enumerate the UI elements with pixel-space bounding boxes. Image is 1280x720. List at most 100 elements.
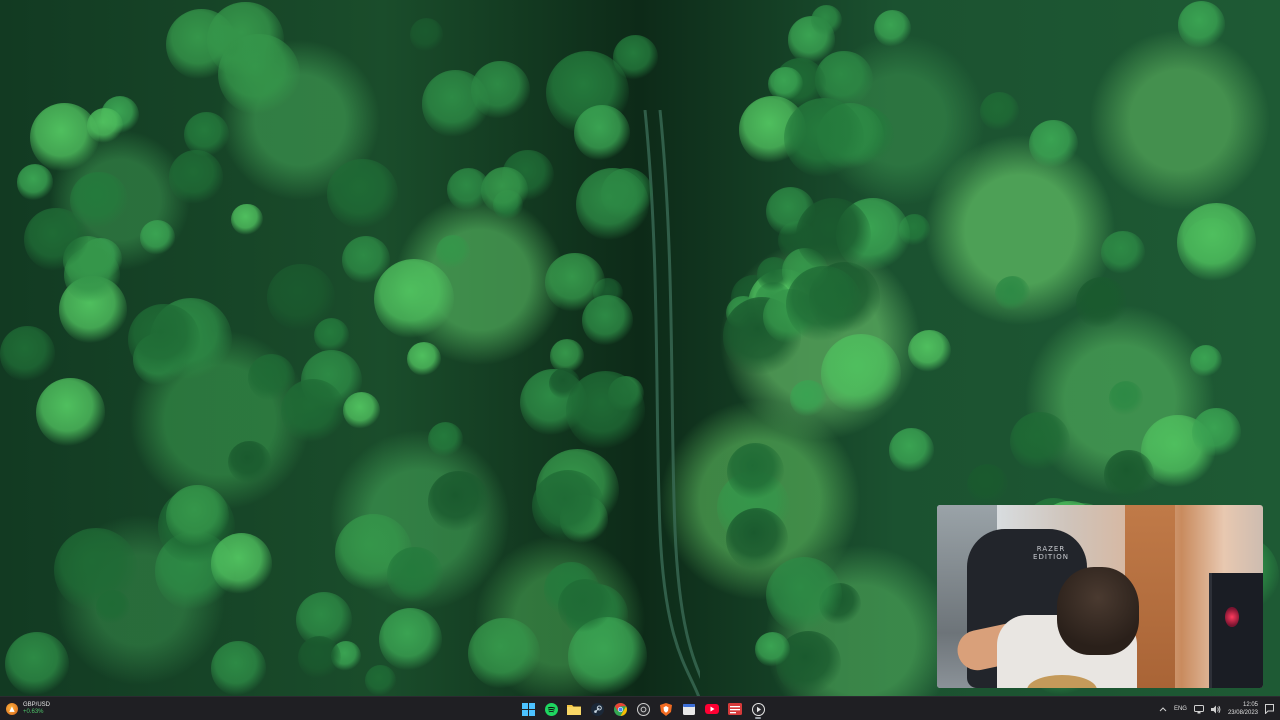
calendar-icon bbox=[683, 704, 695, 715]
tree-crown bbox=[211, 641, 266, 696]
tree-crown bbox=[87, 108, 123, 144]
tree-crown bbox=[766, 556, 843, 633]
taskbar-youtube[interactable] bbox=[704, 701, 720, 717]
taskbar-spotify[interactable] bbox=[543, 701, 559, 717]
tree-crown bbox=[4, 631, 69, 696]
recorder-icon bbox=[728, 703, 742, 715]
tree-crown bbox=[468, 618, 540, 690]
tree-crown bbox=[1192, 408, 1241, 457]
tree-crown bbox=[30, 103, 100, 173]
tree-crown bbox=[1177, 1, 1226, 49]
tree-crown bbox=[281, 378, 345, 443]
tree-crown bbox=[228, 440, 271, 484]
widget-change: +0.63% bbox=[23, 709, 44, 715]
tree-crown bbox=[573, 104, 631, 162]
chrome-icon bbox=[613, 702, 627, 716]
tree-crown bbox=[16, 164, 54, 202]
tree-crown bbox=[1009, 411, 1070, 472]
notification-icon[interactable] bbox=[1265, 704, 1274, 714]
camera-app-icon bbox=[636, 702, 650, 716]
flame-widget-icon: ▲ bbox=[6, 703, 18, 715]
shield-browser-icon bbox=[660, 702, 672, 716]
tree-crown bbox=[967, 464, 1009, 506]
taskbar-chrome[interactable] bbox=[612, 701, 628, 717]
tree-crown bbox=[754, 631, 790, 667]
taskbar-calendar[interactable] bbox=[681, 701, 697, 717]
tree-crown bbox=[210, 533, 273, 595]
volume-icon[interactable] bbox=[1210, 705, 1221, 714]
tree-crown bbox=[139, 219, 176, 256]
widget-ticker: GBP/USD bbox=[23, 702, 51, 708]
tree-crown bbox=[446, 167, 491, 212]
tree-crown bbox=[128, 303, 200, 376]
tree-crown bbox=[557, 578, 613, 634]
taskbar-apps bbox=[520, 699, 766, 719]
tree-crown bbox=[789, 379, 827, 417]
tree-crown bbox=[231, 203, 263, 236]
stock-widget[interactable]: ▲ GBP/USD +0.63% bbox=[6, 699, 50, 719]
tree-crown bbox=[1177, 203, 1256, 282]
tree-crown bbox=[378, 608, 442, 672]
start-button[interactable] bbox=[520, 701, 536, 717]
language-indicator[interactable]: ENG bbox=[1174, 706, 1187, 712]
tree-crown bbox=[373, 258, 454, 339]
webcam-overlay: RAZER EDITION bbox=[937, 505, 1263, 688]
taskbar-clock[interactable]: 12:05 23/08/2023 bbox=[1228, 701, 1258, 717]
tree-crown bbox=[811, 5, 843, 37]
tree-crown bbox=[785, 265, 862, 342]
taskbar-steam[interactable] bbox=[589, 701, 605, 717]
taskbar-recorder[interactable] bbox=[727, 701, 743, 717]
tree-crown bbox=[406, 341, 441, 377]
tree-crown bbox=[727, 442, 785, 500]
tree-crown bbox=[995, 276, 1030, 311]
taskbar-media-player[interactable] bbox=[750, 701, 766, 719]
tree-crown bbox=[327, 158, 399, 230]
tree-crown bbox=[796, 197, 871, 273]
tree-crown bbox=[889, 428, 934, 473]
chair-logo: RAZER EDITION bbox=[1027, 545, 1075, 561]
clock-date: 23/08/2023 bbox=[1227, 710, 1258, 716]
taskbar-file-explorer[interactable] bbox=[566, 701, 582, 717]
folder-icon bbox=[567, 705, 581, 715]
tree-crown bbox=[165, 8, 237, 80]
person-head bbox=[1057, 567, 1139, 655]
steam-icon bbox=[590, 702, 604, 716]
tree-crown bbox=[1029, 119, 1079, 169]
taskbar-brave[interactable] bbox=[658, 701, 674, 717]
tree-crown bbox=[436, 234, 471, 269]
tree-crown bbox=[314, 317, 350, 353]
youtube-icon bbox=[705, 704, 719, 714]
tree-crown bbox=[1108, 380, 1144, 416]
tree-crown bbox=[581, 295, 633, 347]
play-circle-icon bbox=[751, 702, 765, 716]
spotify-icon bbox=[544, 702, 558, 716]
chair-brand-line2: EDITION bbox=[1033, 553, 1069, 561]
taskbar-obs[interactable] bbox=[635, 701, 651, 717]
system-tray: ENG 12:05 23/08/2023 bbox=[1159, 699, 1274, 719]
tree-crown bbox=[908, 329, 951, 373]
tree-crown bbox=[387, 547, 443, 603]
tree-crown bbox=[873, 9, 911, 47]
tree-crown bbox=[53, 527, 139, 613]
tree-crown bbox=[980, 91, 1020, 131]
tree-crown bbox=[168, 149, 224, 205]
tree-crown bbox=[1189, 344, 1222, 377]
network-icon[interactable] bbox=[1193, 704, 1204, 714]
tree-crown bbox=[428, 471, 489, 533]
chevron-up-icon[interactable] bbox=[1159, 706, 1167, 712]
tree-crown bbox=[726, 508, 789, 571]
tree-crown bbox=[409, 18, 444, 52]
windows-logo-icon bbox=[521, 702, 535, 716]
tree-crown bbox=[365, 665, 396, 696]
tree-crown bbox=[36, 377, 106, 447]
tree-crown bbox=[421, 70, 490, 138]
tree-crown bbox=[1101, 230, 1146, 275]
tree-crown bbox=[70, 172, 128, 230]
tree-crown bbox=[531, 469, 604, 542]
clock-time: 12:05 bbox=[1242, 702, 1258, 708]
tree-crown bbox=[784, 98, 865, 179]
taskbar: ▲ GBP/USD +0.63% ENG 12:05 23/08/2023 bbox=[0, 696, 1280, 720]
tree-crown bbox=[0, 326, 56, 382]
tree-crown bbox=[427, 422, 463, 458]
tree-crown bbox=[166, 485, 229, 548]
